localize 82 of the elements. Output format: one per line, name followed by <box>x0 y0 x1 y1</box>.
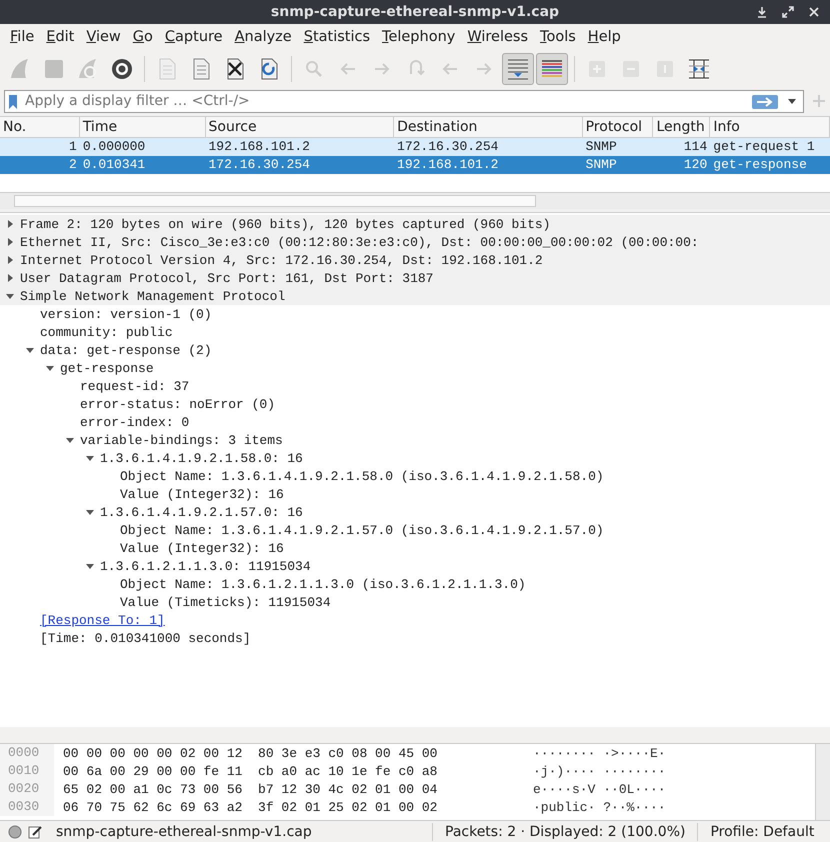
table-cell-text: 172.16.30.254 <box>396 138 500 156</box>
ascii-bytes[interactable]: ·public· ?··%···· <box>533 800 666 814</box>
detail-line[interactable]: Object Name: 1.3.6.1.4.1.9.2.1.58.0 (iso.3.6.1.4.1.9.2.1.58.0) <box>120 468 604 484</box>
column-header[interactable]: Destination <box>394 117 583 137</box>
detail-line[interactable]: error-index: 0 <box>80 414 190 430</box>
table-cell-text: get-response <box>712 156 808 174</box>
column-header[interactable]: Source <box>206 117 394 137</box>
hex-bytes[interactable]: 06 70 75 62 6c 69 63 a2 3f 02 01 25 02 01 00 02 <box>54 800 533 814</box>
detail-line[interactable]: request-id: 37 <box>80 378 190 394</box>
detail-line[interactable]: version: version-1 (0) <box>40 306 212 322</box>
hex-bytes[interactable]: 00 6a 00 29 00 00 fe 11 cb a0 ac 10 1e fe c0 a8 <box>54 764 533 778</box>
autoscroll-tool-button[interactable] <box>502 53 534 85</box>
menu-item[interactable]: Go <box>126 29 159 45</box>
detail-line[interactable]: data: get-response (2) <box>40 342 212 358</box>
column-header[interactable]: Protocol <box>582 117 654 137</box>
table-cell-text: SNMP <box>584 138 618 156</box>
table-cell-text: 1 <box>68 138 78 156</box>
vertical-scrollbar[interactable] <box>815 744 830 820</box>
menu-item[interactable]: Tools <box>534 29 582 45</box>
detail-line[interactable]: Value (Integer32): 16 <box>120 540 284 556</box>
minimize-icon[interactable] <box>756 6 768 18</box>
byte-offset: 0030 <box>0 798 54 816</box>
ascii-bytes[interactable]: ········ ·>····E· <box>533 746 666 760</box>
detail-line[interactable]: Object Name: 1.3.6.1.2.1.1.3.0 (iso.3.6.1.2.1.1.3.0) <box>120 576 526 592</box>
table-cell-text: 192.168.101.2 <box>208 138 311 156</box>
colorize-tool-button[interactable] <box>536 53 568 85</box>
byte-offset: 0000 <box>0 744 54 762</box>
table-cell-text: 120 <box>682 156 708 174</box>
ascii-bytes[interactable]: e····s·V ··0L···· <box>533 782 666 796</box>
menu-item[interactable]: Telephony <box>376 29 462 45</box>
detail-line[interactable]: [Time: 0.010341000 seconds] <box>40 630 251 646</box>
detail-line[interactable]: error-status: noError (0) <box>80 396 276 412</box>
column-header[interactable]: Info <box>710 117 830 137</box>
detail-line[interactable]: 1.3.6.1.2.1.1.3.0: 11915034 <box>100 558 311 574</box>
edit-comment-icon[interactable] <box>28 824 42 838</box>
menu-item[interactable]: View <box>80 29 127 45</box>
close-icon[interactable] <box>808 6 820 18</box>
detail-line[interactable]: Object Name: 1.3.6.1.4.1.9.2.1.57.0 (iso.3.6.1.4.1.9.2.1.57.0) <box>120 522 604 538</box>
ascii-bytes[interactable]: ·j·)···· ········ <box>533 764 666 778</box>
hex-bytes[interactable]: 00 00 00 00 00 02 00 12 80 3e e3 c0 08 00 45 00 <box>54 746 533 760</box>
status-indicator-icon[interactable] <box>8 824 22 838</box>
detail-line[interactable]: get-response <box>60 360 154 376</box>
display-filter-field[interactable]: Apply a display filter … <Ctrl-/> <box>4 90 804 112</box>
table-cell-text: 114 <box>682 138 708 156</box>
settings-icon <box>109 56 135 82</box>
column-header[interactable]: Length <box>653 117 710 137</box>
response-link[interactable]: [Response To: 1] <box>40 612 165 628</box>
table-cell-text: 0.000000 <box>82 138 146 156</box>
menu-item[interactable]: Statistics <box>298 29 376 45</box>
menu-item[interactable]: Wireless <box>461 29 534 45</box>
dropdown-caret-icon[interactable] <box>788 98 796 104</box>
table-cell-text: 0.010341 <box>82 156 146 174</box>
byte-offset: 0010 <box>0 762 54 780</box>
table-cell-text: get-request 1 <box>712 138 816 156</box>
menu-item[interactable]: Edit <box>40 29 80 45</box>
maximize-icon[interactable] <box>782 6 794 18</box>
detail-line[interactable]: community: public <box>40 324 173 340</box>
column-header[interactable]: No. <box>0 117 80 137</box>
table-cell-text: 172.16.30.254 <box>208 156 311 174</box>
packets-count: Packets: 2 · Displayed: 2 (100.0%) <box>444 824 686 840</box>
detail-line[interactable]: 1.3.6.1.4.1.9.2.1.57.0: 16 <box>100 504 303 520</box>
menu-item[interactable]: Analyze <box>228 29 298 45</box>
table-cell-text: 192.168.101.2 <box>396 156 500 174</box>
bookmark-icon[interactable] <box>8 94 18 110</box>
menu-item[interactable]: Help <box>582 29 627 45</box>
table-cell-text: SNMP <box>584 156 618 174</box>
detail-line[interactable]: 1.3.6.1.4.1.9.2.1.58.0: 16 <box>100 450 303 466</box>
packet-row[interactable]: 2 0.010341 172.16.30.254 192.168.101.2 SNMP 120 get-response <box>0 156 830 174</box>
byte-offset: 0020 <box>0 780 54 798</box>
detail-line[interactable]: Value (Timeticks): 11915034 <box>120 594 331 610</box>
detail-line[interactable]: variable-bindings: 3 items <box>80 432 283 448</box>
horizontal-scrollbar[interactable] <box>0 192 830 209</box>
hex-bytes[interactable]: 65 02 00 a1 0c 73 00 56 b7 12 30 4c 02 01 00 04 <box>54 782 533 796</box>
table-cell-text: 2 <box>68 156 78 174</box>
menu-item[interactable]: Capture <box>158 29 229 45</box>
packet-row[interactable]: 1 0.000000 192.168.101.2 172.16.30.254 SNMP 114 get-request 1 <box>0 138 830 156</box>
profile-label[interactable]: Profile: Default <box>704 824 820 840</box>
capture-file-name: snmp-capture-ethereal-snmp-v1.cap <box>56 824 313 840</box>
detail-line[interactable]: Value (Integer32): 16 <box>120 486 284 502</box>
column-header[interactable]: Time <box>80 117 206 137</box>
window-title: snmp-capture-ethereal-snmp-v1.cap <box>270 4 560 20</box>
menu-item[interactable]: File <box>4 29 40 45</box>
